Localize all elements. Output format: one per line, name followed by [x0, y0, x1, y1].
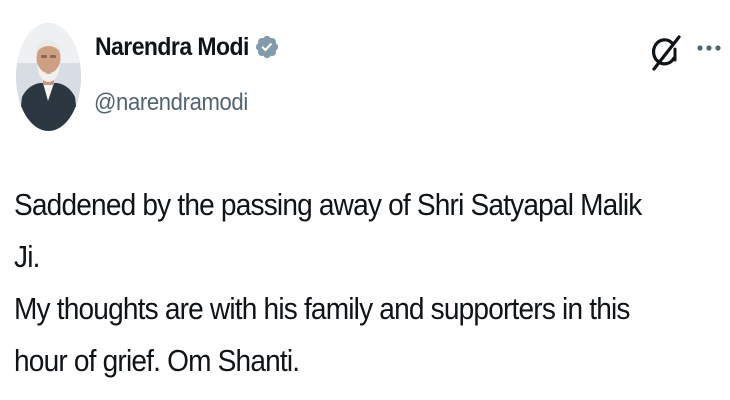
verified-badge-icon[interactable]: [254, 34, 280, 60]
profile-photo: [16, 23, 81, 131]
author-name-row: Narendra Modi: [95, 30, 280, 64]
tweet-card: Narendra Modi @narendramodi Saddened by …: [0, 0, 730, 400]
avatar[interactable]: [16, 23, 81, 131]
grok-icon[interactable]: [648, 33, 682, 73]
author-handle[interactable]: @narendramodi: [94, 89, 248, 117]
tweet-text: Saddened by the passing away of Shri Sat…: [14, 187, 642, 378]
author-display-name[interactable]: Narendra Modi: [95, 33, 249, 62]
more-options-icon[interactable]: [695, 36, 723, 60]
